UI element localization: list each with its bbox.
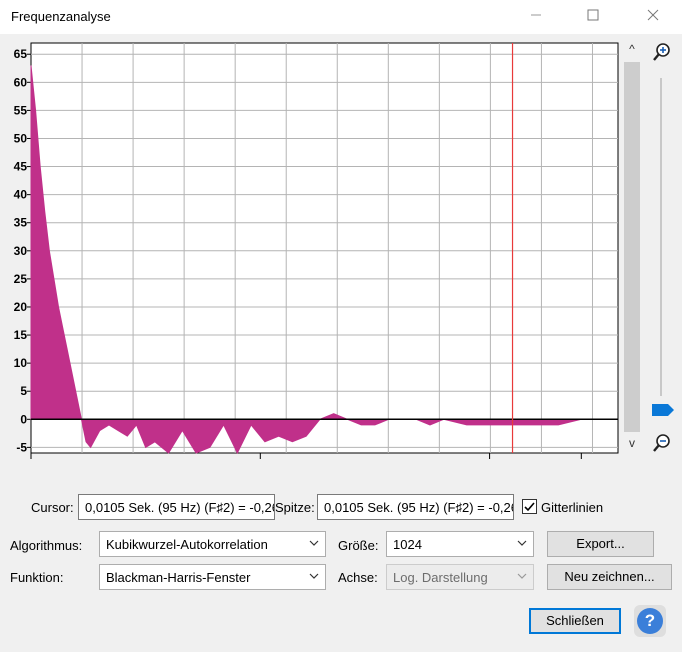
minimize-icon (531, 14, 541, 16)
size-select[interactable]: 1024 (386, 531, 534, 557)
export-button[interactable]: Export... (547, 531, 654, 557)
y-tick-label: 65 (14, 47, 28, 61)
y-tick-label: 50 (14, 131, 28, 145)
zoom-in-button[interactable] (651, 42, 671, 62)
y-tick-label: 25 (14, 272, 28, 286)
close-button[interactable]: Schließen (529, 608, 621, 634)
zoom-out-button[interactable] (651, 433, 671, 453)
grid-checkbox-label[interactable]: Gitterlinien (541, 500, 603, 515)
checkmark-icon (524, 502, 535, 512)
zoom-in-icon (653, 43, 670, 61)
title-bar: Frequenzanalyse (0, 0, 682, 34)
chevron-down-icon (309, 540, 319, 546)
x-tick-label: 0,012s (545, 462, 582, 464)
maximize-button[interactable] (570, 0, 616, 34)
y-tick-label: 55 (14, 103, 28, 117)
cursor-label: Cursor: (31, 500, 74, 515)
zoom-out-icon (653, 434, 670, 452)
close-icon (647, 9, 659, 21)
cursor-field[interactable]: 0,0105 Sek. (95 Hz) (F♯2) = -0,26 (78, 494, 275, 520)
peak-field[interactable]: 0,0105 Sek. (95 Hz) (F♯2) = -0,26 (317, 494, 514, 520)
x-tick-label: 0,000s (37, 462, 74, 464)
scroll-down-button[interactable]: v (622, 434, 642, 454)
y-tick-label: 0 (20, 412, 27, 426)
function-select[interactable]: Blackman-Harris-Fenster (99, 564, 326, 590)
redraw-button[interactable]: Neu zeichnen... (547, 564, 672, 590)
chevron-down-icon (517, 540, 527, 546)
function-label: Funktion: (10, 570, 64, 585)
zoom-slider-track[interactable] (660, 78, 662, 396)
size-label: Größe: (338, 538, 379, 553)
algorithm-value: Kubikwurzel-Autokorrelation (106, 537, 268, 552)
chevron-down-icon (517, 573, 527, 579)
algorithm-select[interactable]: Kubikwurzel-Autokorrelation (99, 531, 326, 557)
y-tick-label: 40 (14, 188, 28, 202)
axis-select[interactable]: Log. Darstellung (386, 564, 534, 590)
peak-label: Spitze: (275, 500, 315, 515)
x-tick-label: 0,010s (471, 462, 508, 464)
algorithm-label: Algorithmus: (10, 538, 83, 553)
y-tick-label: 10 (14, 356, 28, 370)
axis-value: Log. Darstellung (393, 570, 488, 585)
y-tick-label: -5 (16, 440, 27, 454)
function-value: Blackman-Harris-Fenster (106, 570, 251, 585)
y-tick-label: 60 (14, 75, 28, 89)
spectrum-plot[interactable]: 65605550454035302520151050-50,000s0,005s… (0, 34, 682, 464)
y-tick-label: 15 (14, 328, 28, 342)
close-window-button[interactable] (630, 0, 676, 34)
x-tick-label: 0,005s (242, 462, 279, 464)
size-value: 1024 (393, 537, 422, 552)
minimize-button[interactable] (513, 0, 559, 34)
scroll-thumb[interactable] (624, 62, 640, 432)
axis-label: Achse: (338, 570, 378, 585)
y-tick-label: 30 (14, 244, 28, 258)
help-icon: ? (637, 608, 663, 634)
y-tick-label: 20 (14, 300, 28, 314)
grid-checkbox[interactable] (522, 499, 537, 514)
y-tick-label: 45 (14, 160, 28, 174)
scroll-up-button[interactable]: ^ (622, 38, 642, 58)
help-button[interactable]: ? (634, 605, 666, 637)
vertical-scrollbar[interactable]: ^ v (622, 38, 642, 454)
maximize-icon (587, 9, 599, 21)
y-tick-label: 5 (20, 384, 27, 398)
window-title: Frequenzanalyse (11, 9, 111, 24)
zoom-slider-thumb[interactable] (652, 404, 674, 416)
y-tick-label: 35 (14, 216, 28, 230)
chevron-down-icon (309, 573, 319, 579)
